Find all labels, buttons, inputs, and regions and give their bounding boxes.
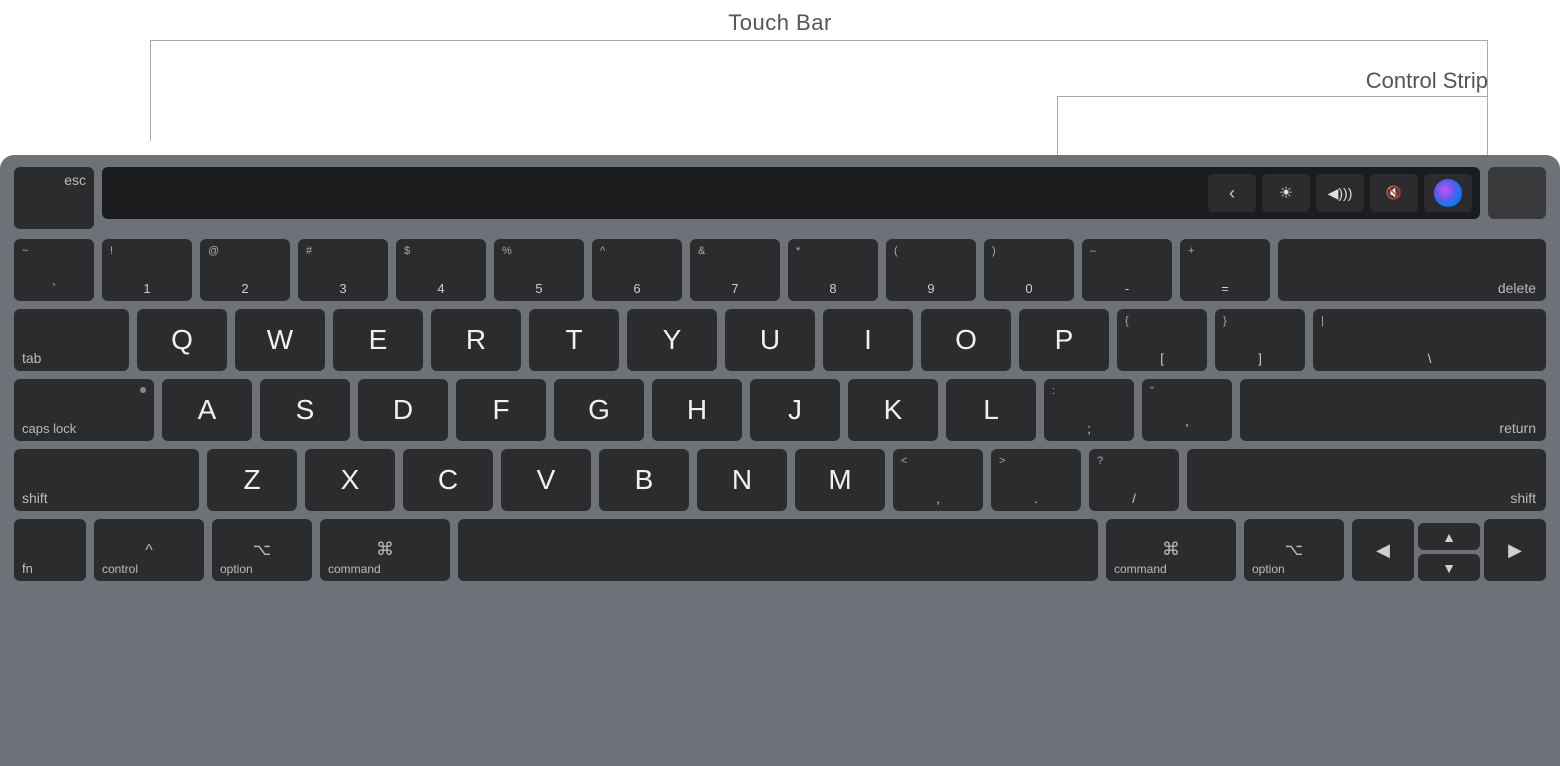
caps-lock-indicator (140, 387, 146, 393)
key-c[interactable]: C (403, 449, 493, 511)
key-q[interactable]: Q (137, 309, 227, 371)
number-row: ~ ` ! 1 @ 2 # 3 $ 4 % 5 (14, 239, 1546, 301)
control-strip-label: Control Strip (1366, 68, 1488, 94)
key-a[interactable]: A (162, 379, 252, 441)
key-l[interactable]: L (946, 379, 1036, 441)
arrow-cluster: ◀ ▲ ▼ ▶ (1352, 519, 1546, 581)
control-strip-left-line (1057, 96, 1058, 156)
tb-brightness-icon[interactable]: ☀ (1262, 174, 1310, 212)
tb-siri-icon[interactable] (1424, 174, 1472, 212)
key-e[interactable]: E (333, 309, 423, 371)
zxcv-row: shift Z X C V B N M < , > . ? / shift (14, 449, 1546, 511)
key-y[interactable]: Y (627, 309, 717, 371)
key-slash[interactable]: ? / (1089, 449, 1179, 511)
key-caps-lock[interactable]: caps lock (14, 379, 154, 441)
key-w[interactable]: W (235, 309, 325, 371)
key-d[interactable]: D (358, 379, 448, 441)
key-5[interactable]: % 5 (494, 239, 584, 301)
key-equals[interactable]: + = (1180, 239, 1270, 301)
key-backslash[interactable]: | \ (1313, 309, 1546, 371)
key-0[interactable]: ) 0 (984, 239, 1074, 301)
key-4[interactable]: $ 4 (396, 239, 486, 301)
key-m[interactable]: M (795, 449, 885, 511)
key-option-right[interactable]: ⌥ option (1244, 519, 1344, 581)
control-strip-annotation-line (1058, 96, 1488, 97)
key-7[interactable]: & 7 (690, 239, 780, 301)
touch-bar-label: Touch Bar (728, 10, 832, 36)
key-period[interactable]: > . (991, 449, 1081, 511)
key-j[interactable]: J (750, 379, 840, 441)
key-rows: ~ ` ! 1 @ 2 # 3 $ 4 % 5 (14, 239, 1546, 581)
key-h[interactable]: H (652, 379, 742, 441)
key-tab[interactable]: tab (14, 309, 129, 371)
key-delete[interactable]: delete (1278, 239, 1546, 301)
tb-chevron-icon[interactable]: ‹ (1208, 174, 1256, 212)
qwerty-row: tab Q W E R T Y U I O P { [ } ] | \ (14, 309, 1546, 371)
key-arrow-up[interactable]: ▲ (1418, 523, 1480, 550)
key-x[interactable]: X (305, 449, 395, 511)
asdf-row: caps lock A S D F G H J K L : ; " ' retu… (14, 379, 1546, 441)
modifier-row: fn ^ control ⌥ option ⌘ command ⌘ comman… (14, 519, 1546, 581)
key-8[interactable]: * 8 (788, 239, 878, 301)
siri-orb (1434, 179, 1462, 207)
key-t[interactable]: T (529, 309, 619, 371)
key-p[interactable]: P (1019, 309, 1109, 371)
key-v[interactable]: V (501, 449, 591, 511)
key-shift-left[interactable]: shift (14, 449, 199, 511)
touch-bar: ‹ ☀ ◀))) 🔇 (102, 167, 1480, 219)
key-9[interactable]: ( 9 (886, 239, 976, 301)
key-command-right[interactable]: ⌘ command (1106, 519, 1236, 581)
key-minus[interactable]: – - (1082, 239, 1172, 301)
key-z[interactable]: Z (207, 449, 297, 511)
key-o[interactable]: O (921, 309, 1011, 371)
touch-bar-annotation-line (150, 40, 1488, 41)
key-r[interactable]: R (431, 309, 521, 371)
tb-volume-icon[interactable]: ◀))) (1316, 174, 1364, 212)
key-shift-right[interactable]: shift (1187, 449, 1546, 511)
key-arrow-down[interactable]: ▼ (1418, 554, 1480, 581)
tb-mute-icon[interactable]: 🔇 (1370, 174, 1418, 212)
key-1[interactable]: ! 1 (102, 239, 192, 301)
key-b[interactable]: B (599, 449, 689, 511)
keyboard: esc ‹ ☀ ◀))) 🔇 ~ ` ! 1 (0, 155, 1560, 766)
key-6[interactable]: ^ 6 (592, 239, 682, 301)
key-arrow-left[interactable]: ◀ (1352, 519, 1414, 581)
key-fn[interactable]: fn (14, 519, 86, 581)
power-key[interactable] (1488, 167, 1546, 219)
key-k[interactable]: K (848, 379, 938, 441)
key-i[interactable]: I (823, 309, 913, 371)
key-3[interactable]: # 3 (298, 239, 388, 301)
key-arrow-right[interactable]: ▶ (1484, 519, 1546, 581)
key-n[interactable]: N (697, 449, 787, 511)
key-u[interactable]: U (725, 309, 815, 371)
key-quote[interactable]: " ' (1142, 379, 1232, 441)
key-option-left[interactable]: ⌥ option (212, 519, 312, 581)
key-return[interactable]: return (1240, 379, 1546, 441)
key-command-left[interactable]: ⌘ command (320, 519, 450, 581)
arrow-up-down: ▲ ▼ (1418, 523, 1480, 581)
key-comma[interactable]: < , (893, 449, 983, 511)
key-control[interactable]: ^ control (94, 519, 204, 581)
key-2[interactable]: @ 2 (200, 239, 290, 301)
key-s[interactable]: S (260, 379, 350, 441)
key-g[interactable]: G (554, 379, 644, 441)
key-bracket-left[interactable]: { [ (1117, 309, 1207, 371)
key-f[interactable]: F (456, 379, 546, 441)
key-space[interactable] (458, 519, 1098, 581)
esc-key[interactable]: esc (14, 167, 94, 229)
key-backtick[interactable]: ~ ` (14, 239, 94, 301)
key-semicolon[interactable]: : ; (1044, 379, 1134, 441)
key-bracket-right[interactable]: } ] (1215, 309, 1305, 371)
